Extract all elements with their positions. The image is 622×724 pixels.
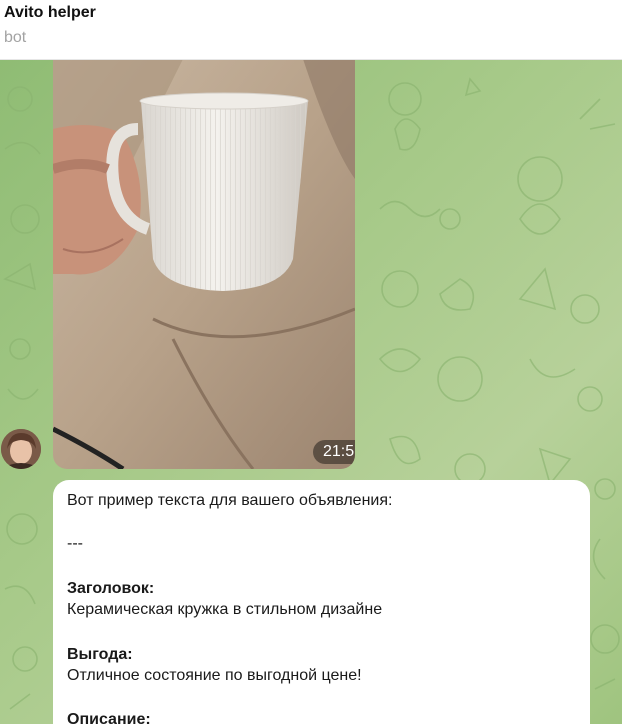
mug-photo	[53, 59, 355, 469]
sender-avatar[interactable]	[1, 429, 41, 469]
text-message[interactable]: Вот пример текста для вашего объявления:…	[53, 480, 590, 724]
description-label: Описание:	[67, 711, 151, 724]
chat-header[interactable]: Avito helper bot	[0, 0, 622, 60]
avatar-photo	[1, 429, 41, 469]
photo-message[interactable]: 21:51	[53, 59, 355, 469]
title-label: Заголовок:	[67, 580, 155, 597]
message-intro: Вот пример текста для вашего объявления:	[67, 492, 393, 509]
message-separator: ---	[67, 535, 83, 552]
message-time: 21:51	[322, 443, 355, 460]
title-value: Керамическая кружка в стильном дизайне	[67, 601, 383, 618]
benefit-value: Отличное состояние по выгодной цене!	[67, 667, 362, 684]
chat-title[interactable]: Avito helper	[4, 4, 96, 22]
chat-area[interactable]: 21:51 Вот пример текста для вашего объяв…	[0, 59, 622, 724]
chat-status: bot	[4, 29, 27, 46]
photo-time-badge: 21:51	[313, 440, 355, 464]
benefit-label: Выгода:	[67, 646, 133, 663]
